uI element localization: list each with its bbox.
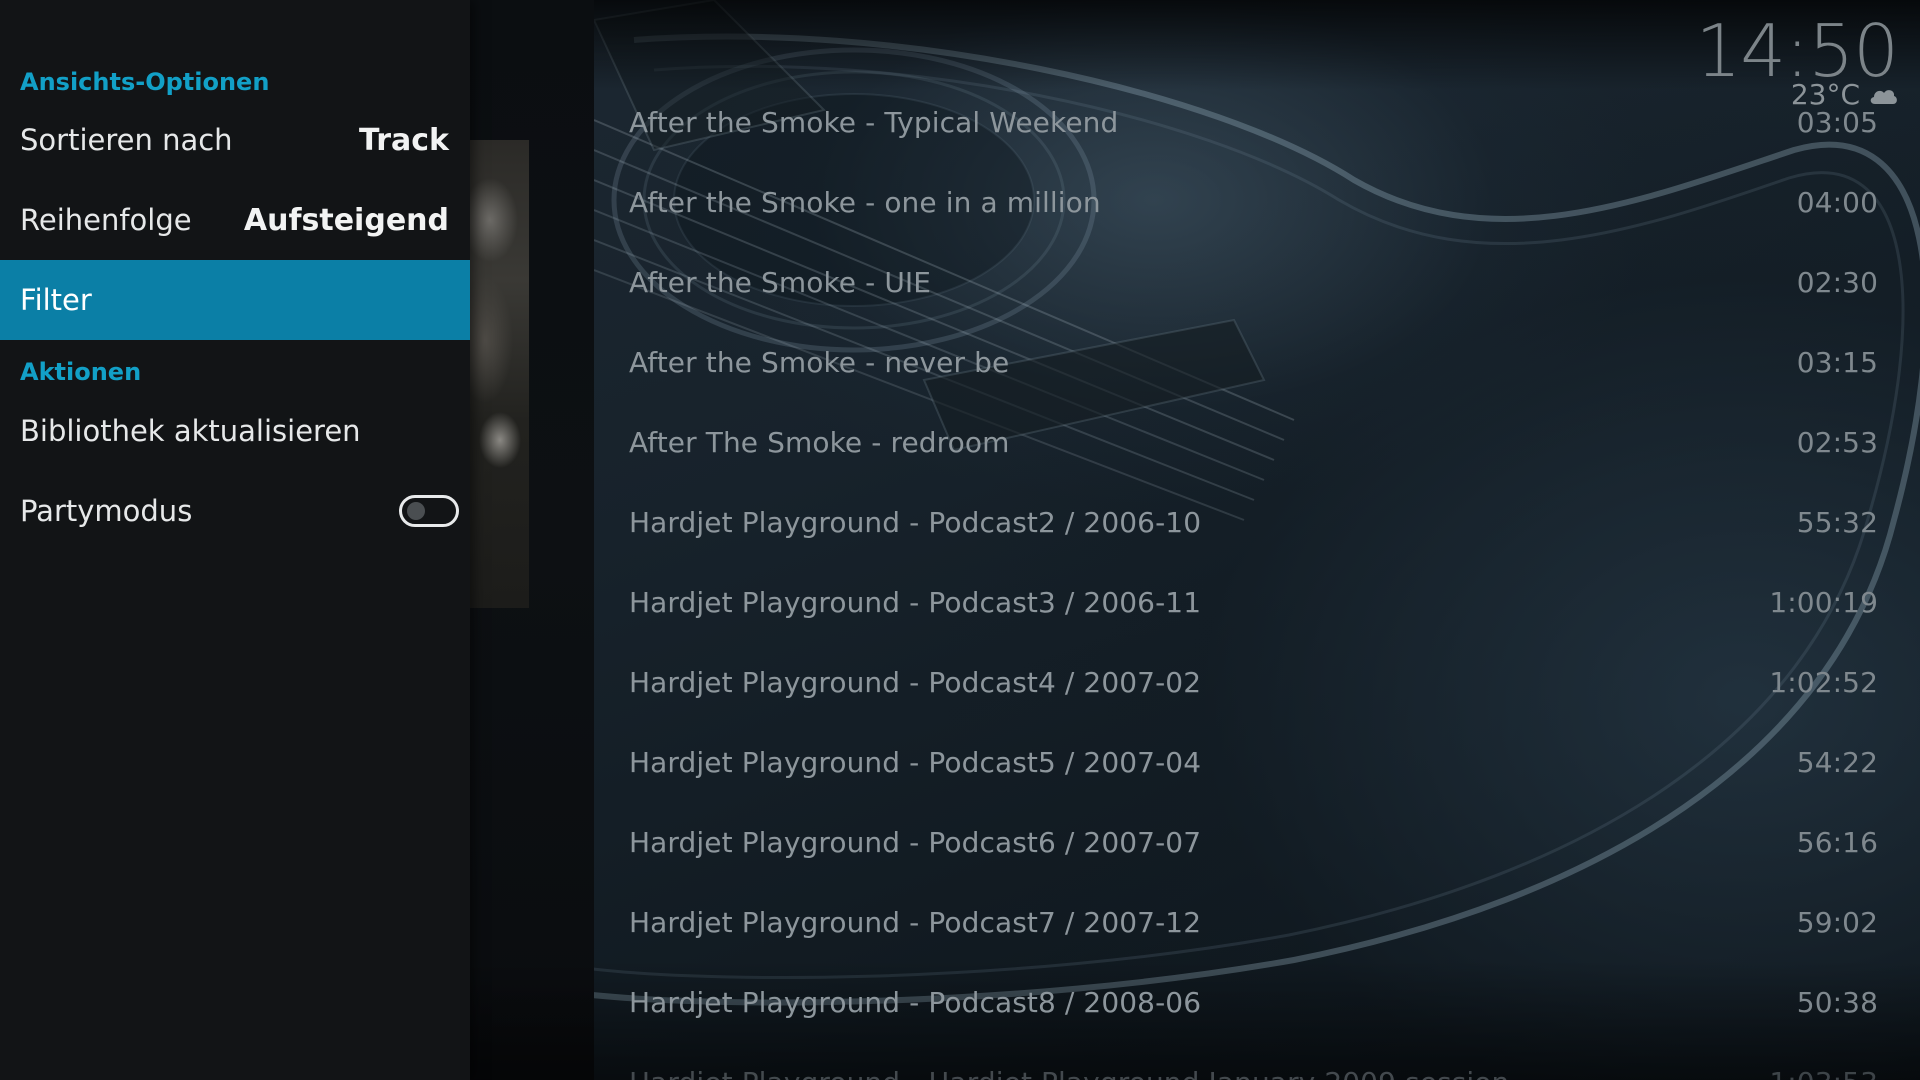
track-title: After The Smoke - redroom [629, 425, 1010, 459]
track-duration: 55:32 [1796, 505, 1878, 539]
party-mode-option[interactable]: Partymodus [0, 471, 470, 551]
track-duration: 04:00 [1796, 185, 1878, 219]
track-title: After the Smoke - never be [629, 345, 1010, 379]
track-row[interactable]: After the Smoke - one in a million 04:00 [594, 162, 1888, 242]
track-duration: 1:00:19 [1769, 585, 1878, 619]
track-row[interactable]: Hardjet Playground - Hardjet Playground … [594, 1042, 1888, 1080]
track-duration: 56:16 [1796, 825, 1878, 859]
track-title: Hardjet Playground - Podcast2 / 2006-10 [629, 505, 1202, 539]
track-duration: 54:22 [1796, 745, 1878, 779]
actions-heading: Aktionen [20, 358, 142, 386]
kodi-music-library-screen: After the Smoke - Typical Weekend 03:05 Af… [0, 0, 1920, 1080]
view-options-panel: Ansichts-Optionen Sortieren nach Track R… [0, 0, 470, 1080]
track-title: Hardjet Playground - Podcast4 / 2007-02 [629, 665, 1202, 699]
track-row[interactable]: After the Smoke - Typical Weekend 03:05 [594, 82, 1888, 162]
track-title: Hardjet Playground - Podcast8 / 2008-06 [629, 985, 1202, 1019]
toggle-knob [407, 502, 425, 520]
track-title: Hardjet Playground - Podcast7 / 2007-12 [629, 905, 1202, 939]
filter-option[interactable]: Filter [0, 260, 470, 340]
update-library-action[interactable]: Bibliothek aktualisieren [0, 391, 470, 471]
party-mode-label: Partymodus [20, 494, 193, 528]
track-row[interactable]: After the Smoke - UIE 02:30 [594, 242, 1888, 322]
track-row[interactable]: Hardjet Playground - Podcast2 / 2006-10 5… [594, 482, 1888, 562]
track-duration: 59:02 [1796, 905, 1878, 939]
track-list: After the Smoke - Typical Weekend 03:05 Af… [594, 82, 1888, 1080]
track-row[interactable]: Hardjet Playground - Podcast4 / 2007-02 1… [594, 642, 1888, 722]
album-art-thumbnail [470, 140, 529, 608]
party-mode-toggle[interactable] [399, 495, 459, 527]
track-title: Hardjet Playground - Podcast3 / 2006-11 [629, 585, 1202, 619]
track-title: Hardjet Playground - Podcast6 / 2007-07 [629, 825, 1202, 859]
track-title: After the Smoke - Typical Weekend [629, 105, 1119, 139]
track-duration: 1:02:52 [1769, 665, 1878, 699]
view-options-heading: Ansichts-Optionen [20, 68, 270, 96]
track-row[interactable]: Hardjet Playground - Podcast5 / 2007-04 5… [594, 722, 1888, 802]
sort-by-value: Track [359, 122, 449, 158]
track-duration: 02:53 [1796, 425, 1878, 459]
track-row[interactable]: Hardjet Playground - Podcast8 / 2008-06 5… [594, 962, 1888, 1042]
track-title: Hardjet Playground - Hardjet Playground … [629, 1066, 1509, 1080]
track-row[interactable]: Hardjet Playground - Podcast6 / 2007-07 5… [594, 802, 1888, 882]
weather-widget: 23°C [1791, 78, 1898, 111]
track-title: After the Smoke - UIE [629, 265, 932, 299]
order-option[interactable]: Reihenfolge Aufsteigend [0, 180, 470, 260]
sort-by-option[interactable]: Sortieren nach Track [0, 100, 470, 180]
order-value: Aufsteigend [243, 202, 449, 238]
track-title: Hardjet Playground - Podcast5 / 2007-04 [629, 745, 1202, 779]
track-duration: 50:38 [1796, 985, 1878, 1019]
track-row[interactable]: After The Smoke - redroom 02:53 [594, 402, 1888, 482]
order-label: Reihenfolge [20, 203, 192, 237]
update-library-label: Bibliothek aktualisieren [20, 414, 361, 448]
filter-label: Filter [20, 283, 92, 317]
track-row[interactable]: Hardjet Playground - Podcast3 / 2006-11 1… [594, 562, 1888, 642]
cloud-icon [1870, 89, 1897, 104]
track-duration: 02:30 [1796, 265, 1878, 299]
temperature: 23°C [1790, 78, 1860, 111]
track-title: After the Smoke - one in a million [629, 185, 1101, 219]
track-row[interactable]: After the Smoke - never be 03:15 [594, 322, 1888, 402]
sort-by-label: Sortieren nach [20, 123, 233, 157]
track-duration: 03:15 [1796, 345, 1878, 379]
track-row[interactable]: Hardjet Playground - Podcast7 / 2007-12 5… [594, 882, 1888, 962]
track-duration: 1:03:53 [1769, 1066, 1878, 1080]
